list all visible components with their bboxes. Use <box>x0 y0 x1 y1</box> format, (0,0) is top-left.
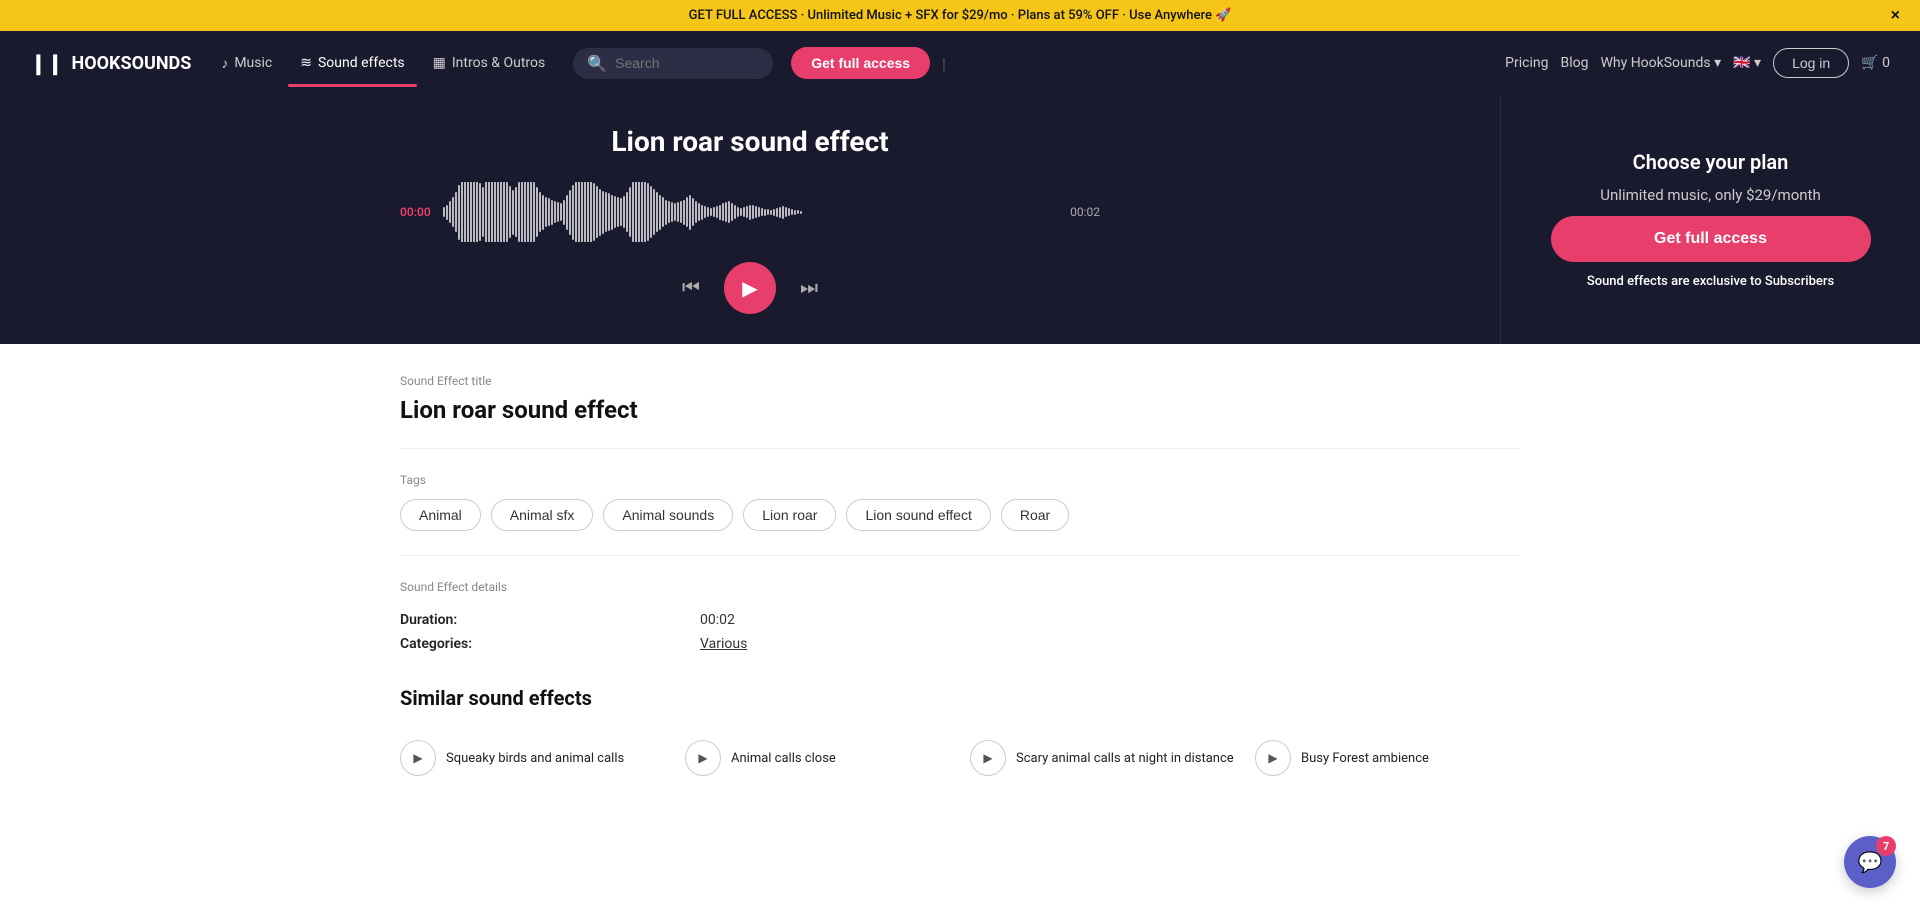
similar-card: ▶ Squeaky birds and animal calls <box>400 730 665 786</box>
similar-info: Scary animal calls at night in distance <box>1016 751 1235 766</box>
nav-why-hooksounds[interactable]: Why HookSounds ▾ <box>1600 55 1721 71</box>
plan-heading: Choose your plan <box>1633 150 1789 174</box>
player-area: Lion roar sound effect 00:00 00:02 ⏮ ▶ ⏭ <box>0 95 1500 344</box>
time-end: 00:02 <box>1070 205 1100 219</box>
similar-name: Busy Forest ambience <box>1301 751 1520 766</box>
divider-2 <box>400 555 1520 556</box>
similar-grid: ▶ Squeaky birds and animal calls ▶ Anima… <box>400 730 1520 786</box>
chat-badge: 7 <box>1876 836 1896 856</box>
tag-pill[interactable]: Lion sound effect <box>846 499 990 531</box>
similar-card: ▶ Scary animal calls at night in distanc… <box>970 730 1235 786</box>
similar-title: Similar sound effects <box>400 686 1520 710</box>
search-input[interactable] <box>615 55 755 71</box>
details-table: Duration:00:02Categories:Various <box>400 608 1520 656</box>
detail-row: Duration:00:02 <box>400 608 1520 632</box>
plan-subheading: Unlimited music, only $29/month <box>1600 186 1820 204</box>
nav-intros-label: Intros & Outros <box>452 55 545 71</box>
similar-play-button[interactable]: ▶ <box>400 740 436 776</box>
promo-banner: GET FULL ACCESS · Unlimited Music + SFX … <box>0 0 1920 31</box>
content-area: Sound Effect title Lion roar sound effec… <box>360 344 1560 686</box>
sound-effects-icon: ≋ <box>300 55 312 71</box>
similar-card: ▶ Busy Forest ambience <box>1255 730 1520 786</box>
nav-sound-effects[interactable]: ≋ Sound effects <box>288 47 416 79</box>
waveform-container: 00:00 00:02 <box>400 182 1100 242</box>
similar-play-button[interactable]: ▶ <box>970 740 1006 776</box>
tag-pill[interactable]: Animal <box>400 499 481 531</box>
banner-close-button[interactable]: × <box>1891 7 1900 25</box>
similar-card: ▶ Animal calls close <box>685 730 950 786</box>
similar-play-button[interactable]: ▶ <box>1255 740 1291 776</box>
similar-name: Squeaky birds and animal calls <box>446 751 665 766</box>
logo-text: HOOKSOUNDS <box>72 53 192 74</box>
header-right: Pricing Blog Why HookSounds ▾ 🇬🇧 ▾ Log i… <box>1505 48 1890 78</box>
section-label: Sound Effect title <box>400 374 1520 388</box>
main-nav: ♪ Music ≋ Sound effects ▦ Intros & Outro… <box>209 47 557 80</box>
logo-link[interactable]: ❙❙ HOOKSOUNDS <box>30 51 191 75</box>
nav-pricing[interactable]: Pricing <box>1505 55 1548 71</box>
play-button[interactable]: ▶ <box>724 262 776 314</box>
rewind-button[interactable]: ⏮ <box>682 277 700 300</box>
details-section: Sound Effect details Duration:00:02Categ… <box>400 580 1520 656</box>
tag-pill[interactable]: Roar <box>1001 499 1069 531</box>
waveform <box>443 182 1058 242</box>
nav-sound-effects-label: Sound effects <box>318 55 405 71</box>
cart-button[interactable]: 🛒 0 <box>1861 55 1890 71</box>
login-button[interactable]: Log in <box>1773 48 1849 78</box>
detail-key: Categories: <box>400 636 700 652</box>
banner-text: GET FULL ACCESS · Unlimited Music + SFX … <box>689 8 1232 23</box>
nav-intros-outros[interactable]: ▦ Intros & Outros <box>421 47 558 79</box>
player-controls: ⏮ ▶ ⏭ <box>682 262 818 314</box>
similar-name: Scary animal calls at night in distance <box>1016 751 1235 766</box>
chat-bubble[interactable]: 💬 7 <box>1844 836 1896 888</box>
similar-name: Animal calls close <box>731 751 950 766</box>
search-box[interactable]: 🔍 <box>573 48 773 79</box>
similar-info: Animal calls close <box>731 751 950 766</box>
language-selector[interactable]: 🇬🇧 ▾ <box>1733 55 1761 71</box>
nav-divider: | <box>942 54 946 73</box>
detail-value: 00:02 <box>700 612 735 628</box>
nav-music-label: Music <box>234 55 272 71</box>
tag-pill[interactable]: Animal sounds <box>603 499 733 531</box>
similar-info: Busy Forest ambience <box>1301 751 1520 766</box>
similar-section: Similar sound effects ▶ Squeaky birds an… <box>360 686 1560 816</box>
tags-label: Tags <box>400 473 1520 487</box>
tags-section: Tags Animal Animal sfx Animal sounds Lion r… <box>400 473 1520 531</box>
similar-info: Squeaky birds and animal calls <box>446 751 665 766</box>
plan-cta-button[interactable]: Get full access <box>1551 216 1871 262</box>
detail-value[interactable]: Various <box>700 636 747 652</box>
similar-play-button[interactable]: ▶ <box>685 740 721 776</box>
plan-sidebar: Choose your plan Unlimited music, only $… <box>1500 95 1920 344</box>
hero-title: Lion roar sound effect <box>611 125 888 158</box>
hero-section: Lion roar sound effect 00:00 00:02 ⏮ ▶ ⏭… <box>0 95 1920 344</box>
music-icon: ♪ <box>221 55 228 72</box>
sound-effect-title: Lion roar sound effect <box>400 396 1520 424</box>
nav-music[interactable]: ♪ Music <box>209 47 284 80</box>
divider-1 <box>400 448 1520 449</box>
details-label: Sound Effect details <box>400 580 1520 594</box>
tag-pill[interactable]: Animal sfx <box>491 499 594 531</box>
search-icon: 🔍 <box>587 54 607 73</box>
site-header: ❙❙ HOOKSOUNDS ♪ Music ≋ Sound effects ▦ … <box>0 31 1920 95</box>
detail-key: Duration: <box>400 612 700 628</box>
exclusive-note: Sound effects are exclusive to Subscribe… <box>1587 274 1834 289</box>
tags-container: Animal Animal sfx Animal sounds Lion roar Li… <box>400 499 1520 531</box>
get-full-access-button[interactable]: Get full access <box>791 47 930 79</box>
logo-icon: ❙❙ <box>30 51 64 75</box>
detail-row: Categories:Various <box>400 632 1520 656</box>
sound-effect-title-section: Sound Effect title Lion roar sound effec… <box>400 374 1520 424</box>
tag-pill[interactable]: Lion roar <box>743 499 836 531</box>
intros-icon: ▦ <box>433 55 446 71</box>
nav-blog[interactable]: Blog <box>1560 55 1588 71</box>
time-start: 00:00 <box>400 205 431 219</box>
fast-forward-button[interactable]: ⏭ <box>800 277 818 300</box>
